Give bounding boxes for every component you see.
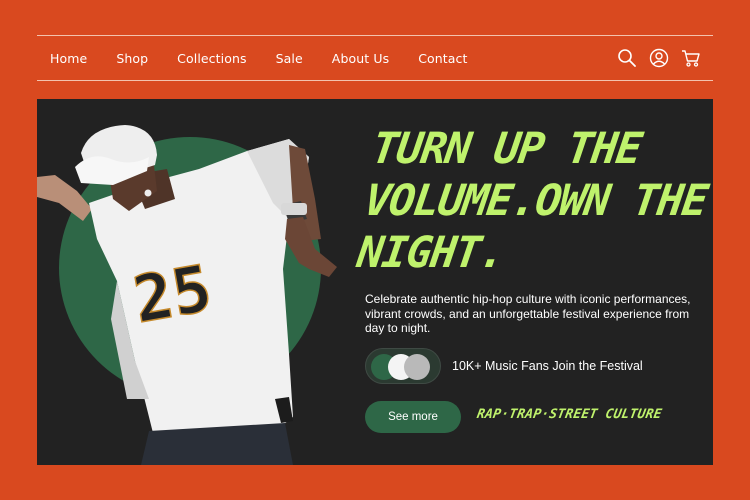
nav-link-home[interactable]: Home (50, 51, 87, 66)
dancer-image: 25 (37, 125, 337, 465)
nav-link-sale[interactable]: Sale (276, 51, 303, 66)
nav-link-about-us[interactable]: About Us (332, 51, 389, 66)
top-navigation: Home Shop Collections Sale About Us Cont… (37, 35, 713, 81)
nav-links: Home Shop Collections Sale About Us Cont… (50, 36, 497, 80)
nav-link-shop[interactable]: Shop (116, 51, 148, 66)
nav-link-collections[interactable]: Collections (177, 51, 246, 66)
nav-link-contact[interactable]: Contact (418, 51, 467, 66)
see-more-button[interactable]: See more (365, 401, 461, 433)
search-icon[interactable] (617, 48, 637, 68)
fans-count-text: 10K+ Music Fans Join the Festival (452, 359, 643, 373)
user-icon[interactable] (649, 48, 669, 68)
hero-headline: TURN UP THE VOLUME.OWN THE NIGHT. (354, 124, 710, 278)
avatar-dot-gray (404, 354, 430, 380)
nav-icons (605, 36, 701, 80)
hero-description: Celebrate authentic hip-hop culture with… (365, 292, 691, 335)
fans-avatar-group (365, 348, 441, 384)
cart-icon[interactable] (681, 48, 701, 68)
hero-tagline: RAP·TRAP·STREET CULTURE (475, 407, 663, 422)
jersey-number: 25 (128, 252, 217, 338)
hero-banner: 25 TURN UP THE VOLUME.OWN THE NIGHT. Cel… (37, 99, 713, 465)
